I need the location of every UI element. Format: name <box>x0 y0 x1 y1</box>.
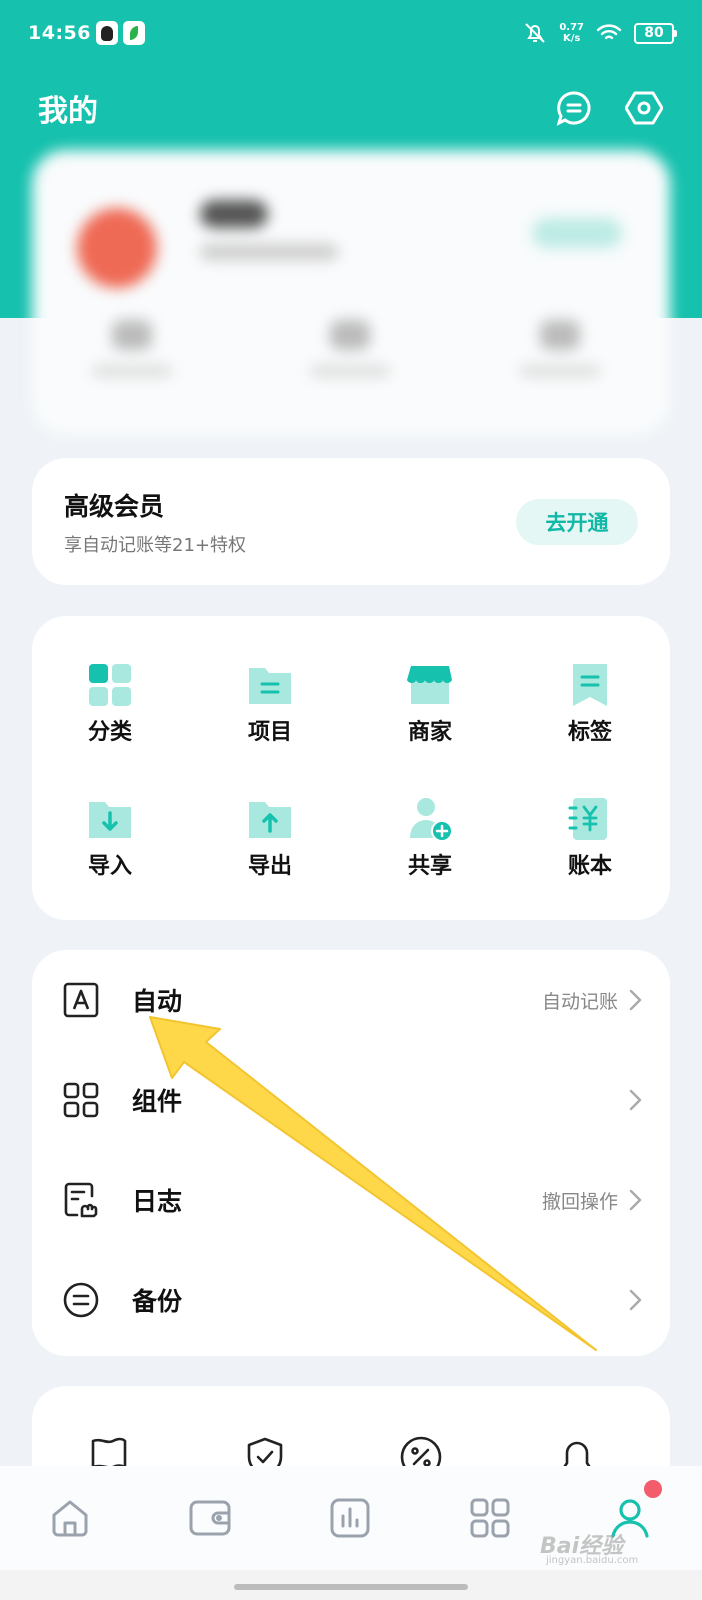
import-icon <box>89 802 131 838</box>
list-item-hint: 撤回操作 <box>541 1190 618 1213</box>
wifi-icon <box>596 24 622 40</box>
list-item-label: 备份 <box>132 1287 183 1316</box>
tab-wallet[interactable] <box>140 1466 280 1570</box>
message-icon <box>556 91 591 126</box>
profile-action-redacted <box>532 218 622 248</box>
watermark-url: jingyan.baidu.com <box>546 1555 639 1566</box>
grid-item-category[interactable]: 分类 <box>50 662 170 746</box>
stat-value-redacted <box>112 320 152 350</box>
wallet-icon <box>189 1500 231 1536</box>
profile-card[interactable] <box>32 150 670 435</box>
list-item-label: 日志 <box>132 1187 183 1216</box>
grid-item-import[interactable]: 导入 <box>50 796 170 880</box>
list-item-hint: 自动记账 <box>541 990 618 1013</box>
ledger-icon <box>568 798 607 840</box>
chevron-right-icon <box>628 1189 642 1211</box>
grid-item-export[interactable]: 导出 <box>210 796 330 880</box>
chevron-right-icon <box>628 1089 642 1111</box>
export-icon <box>249 802 291 838</box>
premium-card[interactable]: 高级会员 享自动记账等21+特权 去开通 <box>32 458 670 585</box>
feature-grid: 分类 项目 商家 标签 导入 导出 共享 账本 <box>32 616 670 920</box>
status-bar: 14:56 0.77 K/s 80 <box>0 0 702 66</box>
chevron-right-icon <box>628 989 642 1011</box>
widget-icon <box>63 1082 99 1118</box>
chart-icon <box>330 1498 370 1538</box>
chevron-right-icon <box>628 1289 642 1311</box>
list-item-auto[interactable]: 自动 自动记账 <box>32 950 670 1050</box>
grid-item-project[interactable]: 项目 <box>210 662 330 746</box>
home-icon <box>52 1500 88 1537</box>
stat-value-redacted <box>330 320 370 350</box>
share-icon <box>410 798 453 842</box>
stat-label-redacted <box>92 365 172 377</box>
grid-item-label: 账本 <box>567 854 612 879</box>
tab-apps[interactable] <box>420 1466 560 1570</box>
network-speed-unit: K/s <box>562 33 581 44</box>
list-item-backup[interactable]: 备份 <box>32 1250 670 1350</box>
page-title: 我的 <box>38 94 98 129</box>
backup-icon <box>63 1282 99 1318</box>
grid-item-share[interactable]: 共享 <box>370 796 490 880</box>
network-speed-value: 0.77 <box>559 22 584 33</box>
tab-home[interactable] <box>0 1466 140 1570</box>
mute-icon <box>525 23 546 43</box>
list-item-log[interactable]: 日志 撤回操作 <box>32 1150 670 1250</box>
status-time: 14:56 <box>28 22 91 44</box>
gear-icon <box>625 91 663 125</box>
grid-item-label: 项目 <box>247 720 292 745</box>
grid-item-label: 分类 <box>87 720 132 745</box>
list-item-label: 组件 <box>132 1087 183 1116</box>
user-name-redacted <box>200 200 268 228</box>
auto-icon <box>63 982 99 1018</box>
grid-item-label: 导入 <box>87 854 132 879</box>
network-speed: 0.77 K/s <box>559 22 584 44</box>
page-header: 我的 <box>0 78 702 138</box>
activate-premium-button[interactable]: 去开通 <box>516 498 638 545</box>
premium-title: 高级会员 <box>64 491 165 521</box>
stat-label-redacted <box>520 365 600 377</box>
stat-value-redacted <box>540 320 580 350</box>
category-icon <box>89 664 131 706</box>
tab-chart[interactable] <box>280 1466 420 1570</box>
user-subtitle-redacted <box>200 244 338 260</box>
settings-button[interactable] <box>624 88 664 128</box>
list-item-widget[interactable]: 组件 <box>32 1050 670 1150</box>
grid-item-label: 导出 <box>247 854 292 879</box>
home-indicator[interactable] <box>234 1584 468 1590</box>
qq-notification-icon <box>95 21 118 45</box>
settings-list: 自动 自动记账 组件 日志 撤回操作 备份 <box>32 950 670 1356</box>
app-notification-icon <box>122 21 145 45</box>
grid-item-merchant[interactable]: 商家 <box>370 662 490 746</box>
avatar <box>77 208 157 288</box>
notification-badge <box>644 1480 662 1498</box>
tag-icon <box>573 664 607 706</box>
grid-item-label: 共享 <box>407 854 452 879</box>
message-button[interactable] <box>554 88 594 128</box>
stat-label-redacted <box>310 365 390 377</box>
grid-item-label: 商家 <box>407 720 452 745</box>
log-icon <box>64 1182 98 1218</box>
grid-item-label: 标签 <box>567 720 612 745</box>
apps-icon <box>470 1498 510 1538</box>
project-icon <box>249 668 291 704</box>
merchant-icon <box>407 666 452 704</box>
grid-item-ledger[interactable]: 账本 <box>530 796 650 880</box>
battery-indicator: 80 <box>634 22 677 44</box>
grid-item-tag[interactable]: 标签 <box>530 662 650 746</box>
list-item-label: 自动 <box>132 987 183 1016</box>
premium-subtitle: 享自动记账等21+特权 <box>64 534 246 556</box>
